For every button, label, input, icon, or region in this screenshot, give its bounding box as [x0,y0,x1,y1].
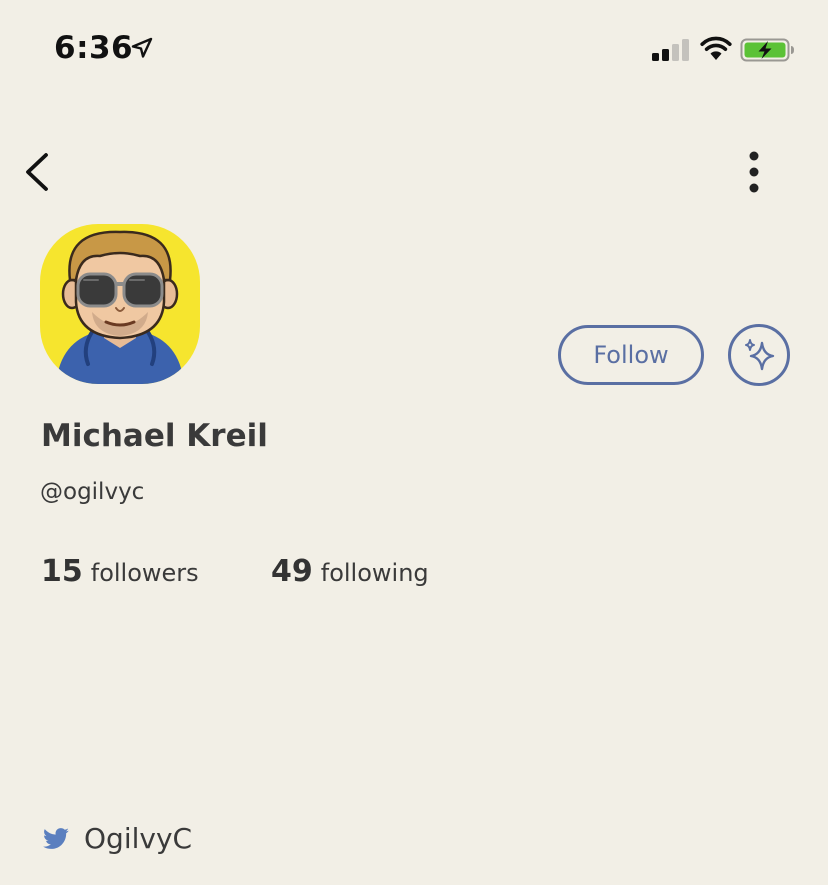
chevron-left-icon [26,153,48,191]
profile-handle: @ogilvyc [40,479,145,505]
status-bar: 6:36 [0,0,828,100]
location-arrow-icon [130,36,154,60]
twitter-link[interactable]: OgilvyC [40,822,192,855]
following-link[interactable]: 49 following [271,554,429,589]
followers-label: followers [90,559,199,587]
avatar[interactable] [40,224,200,384]
follow-button[interactable]: Follow [558,325,704,385]
following-count: 49 [271,554,313,589]
following-label: following [320,559,429,587]
more-options-button[interactable] [736,148,776,196]
wifi-icon [700,36,732,62]
twitter-handle: OgilvyC [84,822,193,855]
cellular-signal-icon [650,38,692,62]
status-time: 6:36 [54,30,134,66]
followers-link[interactable]: 15 followers [41,554,199,589]
sparkle-button[interactable] [728,324,790,386]
vertical-ellipsis-icon [749,151,759,193]
sparkles-icon [745,339,775,371]
profile-name: Michael Kreil [41,418,268,454]
battery-charging-icon [740,36,796,64]
followers-count: 15 [41,554,83,589]
back-button[interactable] [16,148,60,196]
twitter-bird-icon [43,827,69,849]
